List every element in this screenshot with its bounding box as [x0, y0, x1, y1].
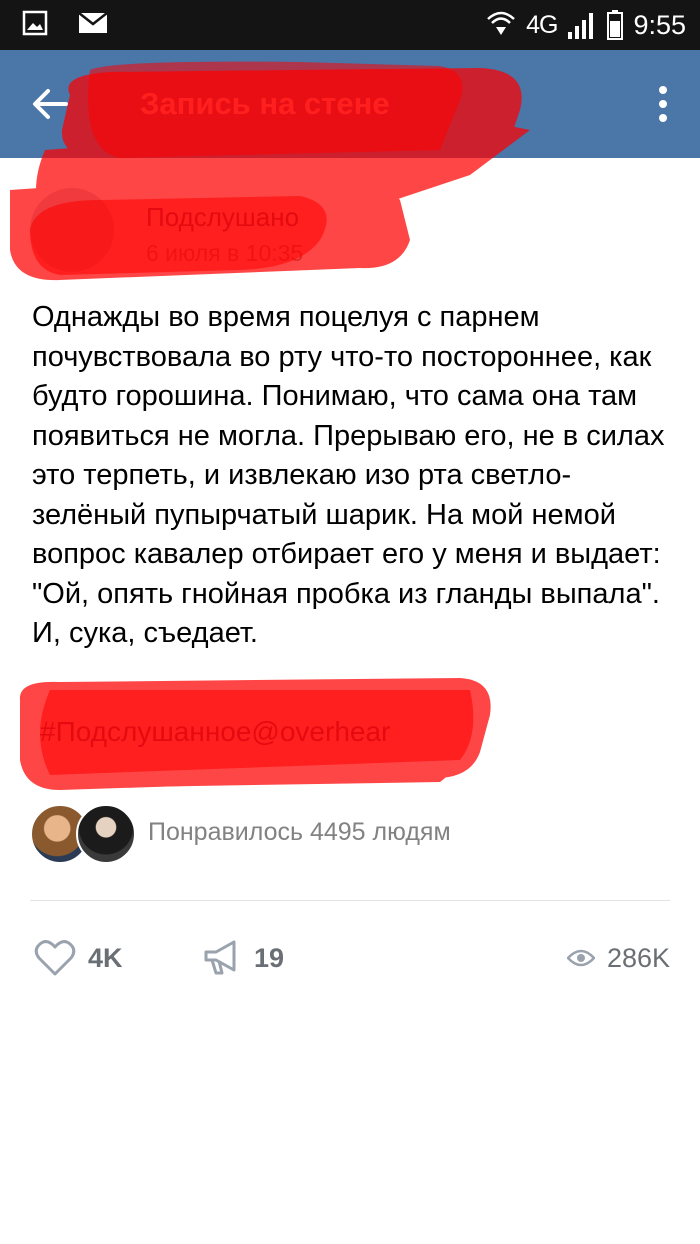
notification-icons — [22, 10, 108, 36]
like-count: 4K — [88, 942, 123, 973]
signal-icon — [568, 13, 594, 39]
post-date: 6 июля в 10:35 — [146, 240, 304, 266]
author-avatar[interactable] — [30, 188, 114, 272]
likes-summary[interactable]: Понравилось 4495 людям — [148, 818, 451, 847]
views-counter: 286K — [566, 930, 670, 986]
author-name[interactable]: Подслушано — [146, 202, 299, 233]
views-count: 286K — [606, 942, 670, 973]
post-author[interactable]: Подслушано 6 июля в 10:35 — [30, 182, 590, 282]
megaphone-icon — [204, 940, 236, 975]
divider — [30, 900, 670, 901]
heart-icon — [34, 940, 76, 976]
more-vertical-icon[interactable] — [656, 84, 670, 124]
app-toolbar: Запись на стене — [0, 50, 700, 158]
share-count: 19 — [254, 942, 285, 973]
clock: 9:55 — [633, 9, 686, 40]
image-icon — [22, 10, 48, 36]
liker-avatar[interactable] — [76, 804, 136, 864]
post-text: Однажды во время поцелуя с парнем почувс… — [32, 301, 665, 649]
page-title: Запись на стене — [140, 86, 390, 121]
hotspot-icon — [487, 11, 515, 35]
post-actions: 4K 19 286K — [30, 930, 670, 986]
network-type: 4G — [526, 10, 558, 39]
status-bar: 4G 9:55 — [0, 0, 700, 50]
eye-icon — [566, 949, 595, 967]
system-indicators: 4G 9:55 — [486, 6, 686, 44]
liked-by-row[interactable]: Понравилось 4495 людям — [30, 804, 670, 864]
mail-icon — [78, 12, 108, 33]
arrow-left-icon[interactable] — [30, 84, 70, 124]
like-button[interactable]: 4K — [34, 930, 123, 986]
post-hashtag[interactable]: #Подслушанное@overhear — [40, 716, 390, 748]
battery-icon — [607, 10, 624, 40]
share-button[interactable]: 19 — [202, 930, 284, 986]
